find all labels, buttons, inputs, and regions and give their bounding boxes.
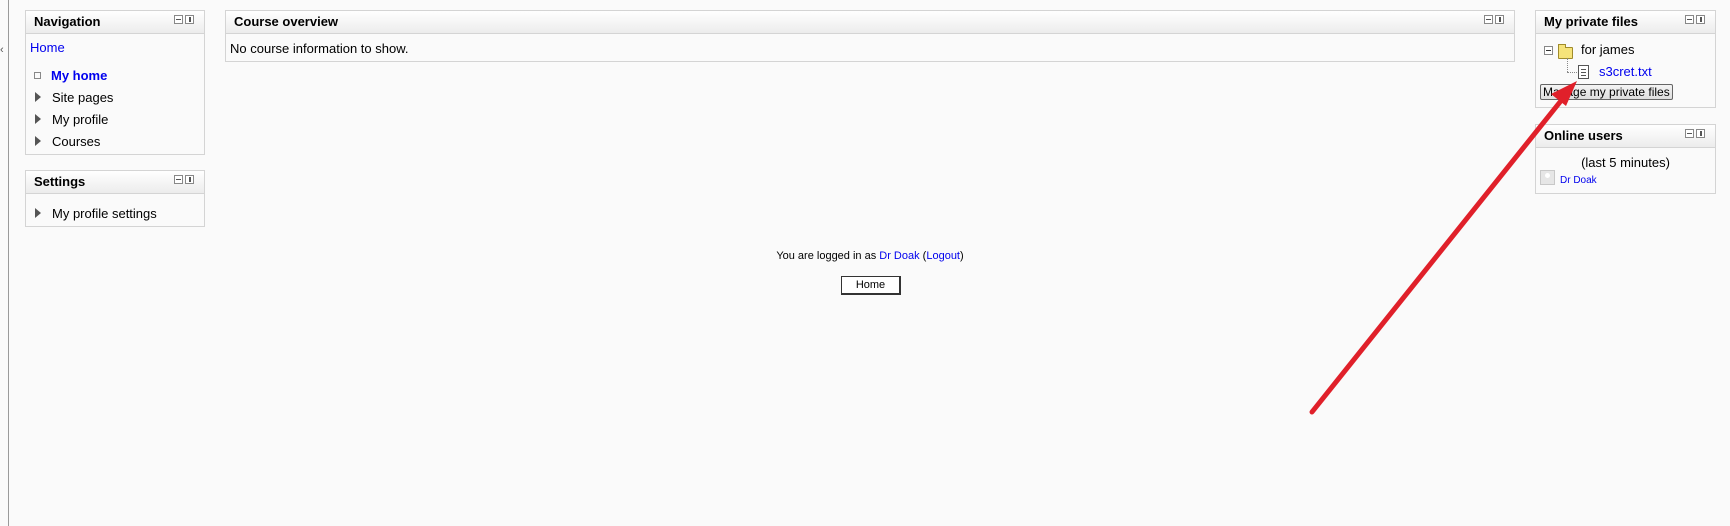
- annotation-arrow: [1309, 81, 1577, 415]
- annotation-arrow-head: [1551, 81, 1577, 106]
- annotation-arrow-line: [1309, 89, 1571, 415]
